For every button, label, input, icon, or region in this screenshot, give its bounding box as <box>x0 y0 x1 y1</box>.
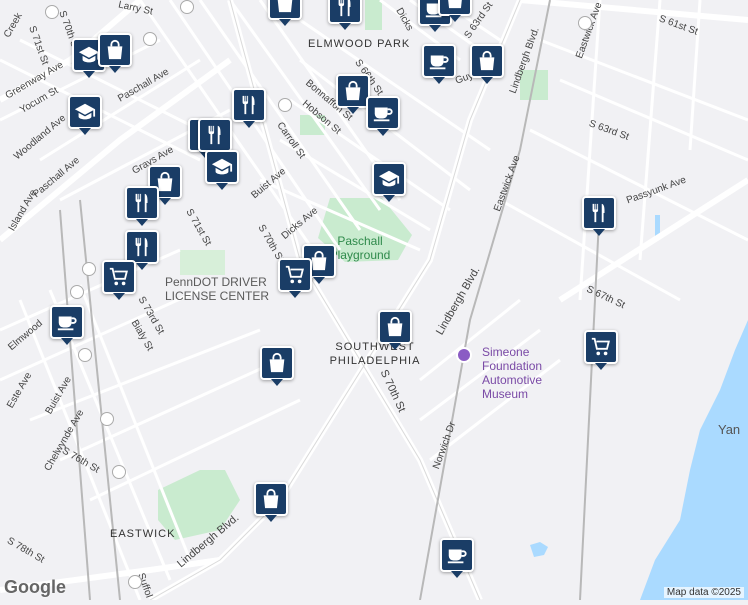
museum-icon[interactable] <box>456 347 472 363</box>
map-marker[interactable] <box>470 44 504 84</box>
water-label: Yan <box>718 422 741 437</box>
shopping-cart-icon <box>590 336 612 358</box>
map-marker[interactable] <box>254 482 288 522</box>
route-shield <box>100 412 114 426</box>
restaurant-icon <box>131 192 153 214</box>
map-marker[interactable] <box>50 305 84 345</box>
map-marker[interactable] <box>232 88 266 128</box>
coffee-icon <box>446 544 468 566</box>
neighborhood-label: ELMWOOD PARK <box>308 38 411 50</box>
shopping-cart-icon <box>284 264 306 286</box>
route-shield <box>180 0 194 14</box>
map-canvas[interactable]: Larry St S 70th St S 71st St Creek Green… <box>0 0 748 603</box>
route-shield <box>128 575 142 589</box>
poi-label[interactable]: PennDOT DRIVER LICENSE CENTER <box>165 275 283 303</box>
park-area-4 <box>180 250 225 275</box>
map-marker[interactable] <box>378 310 412 350</box>
map-marker[interactable] <box>102 260 136 300</box>
neighborhood-label: EASTWICK <box>110 528 176 540</box>
coffee-icon <box>56 311 78 333</box>
map-marker[interactable] <box>438 0 472 22</box>
map-marker[interactable] <box>372 162 406 202</box>
park-area-5 <box>365 0 382 30</box>
route-shield <box>45 5 59 19</box>
map-marker[interactable] <box>336 74 370 114</box>
shopping-bag-icon <box>274 0 296 14</box>
map-marker[interactable] <box>268 0 302 26</box>
restaurant-icon <box>238 94 260 116</box>
shopping-bag-icon <box>266 352 288 374</box>
map-marker[interactable] <box>328 0 362 30</box>
route-shield <box>278 98 292 112</box>
coffee-icon <box>372 102 394 124</box>
school-icon <box>211 156 233 178</box>
neighborhood-label: SOUTHWEST PHILADELPHIA <box>329 341 421 367</box>
shopping-bag-icon <box>444 0 466 10</box>
route-shield <box>82 262 96 276</box>
pond-water <box>530 542 548 557</box>
shopping-bag-icon <box>342 80 364 102</box>
map-marker[interactable] <box>582 196 616 236</box>
restaurant-icon <box>588 202 610 224</box>
school-icon <box>378 168 400 190</box>
shopping-bag-icon <box>260 488 282 510</box>
coffee-icon <box>428 50 450 72</box>
shopping-cart-icon <box>108 266 130 288</box>
map-marker[interactable] <box>125 230 159 270</box>
map-attribution[interactable]: Map data ©2025 <box>663 587 744 598</box>
restaurant-icon <box>204 124 226 146</box>
shopping-bag-icon <box>476 50 498 72</box>
river-water <box>640 320 748 600</box>
route-shield <box>78 348 92 362</box>
school-icon <box>78 44 100 66</box>
route-shield <box>70 285 84 299</box>
map-marker[interactable] <box>366 96 400 136</box>
route-shield <box>578 16 592 30</box>
map-marker[interactable] <box>584 330 618 370</box>
route-shield <box>143 32 157 46</box>
map-marker[interactable] <box>260 346 294 386</box>
map-marker[interactable] <box>98 33 132 73</box>
restaurant-icon <box>131 236 153 258</box>
map-marker[interactable] <box>278 258 312 298</box>
map-marker[interactable] <box>125 186 159 226</box>
shopping-bag-icon <box>384 316 406 338</box>
map-marker[interactable] <box>68 95 102 135</box>
route-shield <box>112 465 126 479</box>
restaurant-icon <box>334 0 356 18</box>
google-logo[interactable]: Google <box>4 577 66 598</box>
map-marker[interactable] <box>205 150 239 190</box>
map-marker[interactable] <box>422 44 456 84</box>
map-marker[interactable] <box>440 538 474 578</box>
school-icon <box>74 101 96 123</box>
poi-label[interactable]: Simeone Foundation Automotive Museum <box>482 345 582 401</box>
shopping-bag-icon <box>104 39 126 61</box>
map-marker[interactable] <box>198 118 232 158</box>
